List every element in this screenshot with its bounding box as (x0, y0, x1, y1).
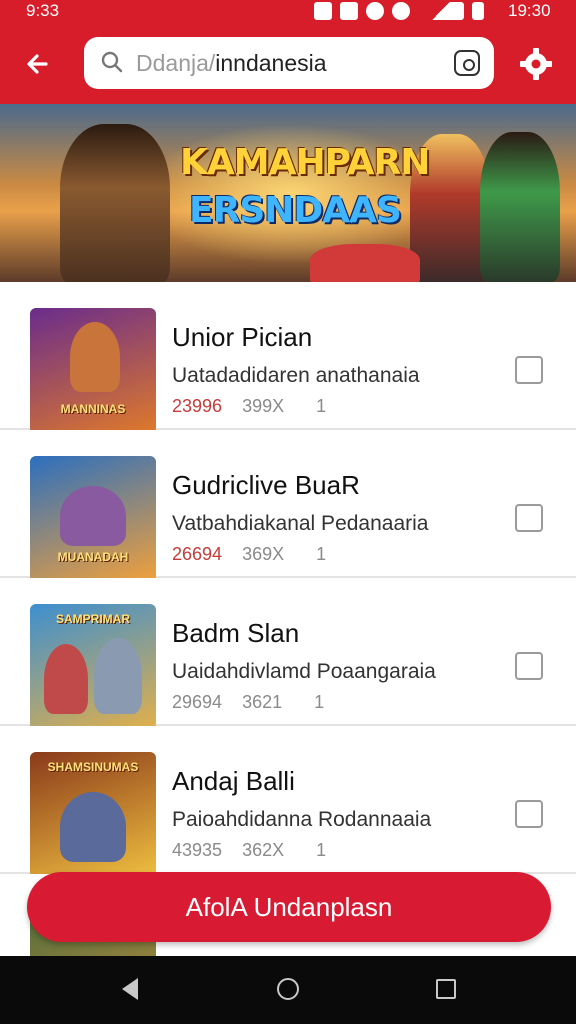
banner-subtitle: ERSNDAAS (189, 190, 402, 231)
game-description: Paioahdidanna Rodannaaia (172, 808, 432, 831)
list-item[interactable]: SAMPRIMAR Badm Slan Uaidahdivlamd Poaang… (0, 578, 576, 730)
system-nav-bar (0, 956, 576, 1024)
game-meta: 43935 362X 1 (172, 840, 326, 861)
thumb-figure (60, 792, 126, 862)
thumb-figure (44, 644, 88, 714)
game-stat-3: 1 (314, 692, 325, 712)
game-description: Uaidahdivlamd Poaangaraia (172, 660, 436, 683)
search-input[interactable]: Ddanja/inndanesia (84, 37, 494, 89)
battery-icon (472, 2, 484, 20)
game-stat-1: 26694 (172, 544, 223, 564)
arrow-left-icon (27, 54, 48, 74)
thumb-figure (70, 322, 120, 392)
search-query: inndanesia (215, 50, 327, 76)
status-icons (314, 2, 484, 20)
nav-home-icon[interactable] (277, 978, 299, 1000)
search-text: Ddanja/inndanesia (136, 50, 327, 77)
primary-action-button[interactable]: AfolA Undanplasn (27, 872, 551, 942)
game-thumbnail: SHAMSINUMAS (30, 752, 156, 878)
hero-figure-left (60, 124, 170, 282)
game-thumbnail: SAMPRIMAR (30, 604, 156, 730)
game-stat-2: 3621 (242, 692, 283, 712)
game-stat-2: 369X (242, 544, 285, 564)
car-shape (310, 244, 420, 282)
game-description: Vatbahdiakanal Pedanaaria (172, 512, 429, 535)
thumb-label: SAMPRIMAR (56, 612, 130, 626)
search-icon (101, 51, 123, 73)
game-description: Uatadadidaren anathanaia (172, 364, 420, 387)
game-meta: 26694 369X 1 (172, 544, 326, 565)
game-thumbnail: MANNINAS (30, 308, 156, 434)
select-checkbox[interactable] (515, 800, 543, 828)
list-item[interactable]: MANNINAS Unior Pician Uatadadidaren anat… (0, 282, 576, 434)
scan-icon[interactable] (454, 50, 480, 76)
notification-icon (314, 2, 332, 20)
thumb-label: SHAMSINUMAS (47, 760, 139, 774)
list-item[interactable]: MUANADAH Gudriclive BuaR Vatbahdiakanal … (0, 430, 576, 582)
select-checkbox[interactable] (515, 652, 543, 680)
status-bar: 9:33 19:30 (0, 0, 576, 24)
game-stat-2: 362X (242, 840, 285, 860)
status-time-right: 19:30 (508, 1, 551, 20)
game-stat-1: 29694 (172, 692, 223, 712)
game-meta: 23996 399X 1 (172, 396, 326, 417)
nav-recents-icon[interactable] (436, 979, 456, 999)
game-thumbnail: MUANADAH (30, 456, 156, 582)
alarm-icon (392, 2, 410, 20)
search-placeholder: Ddanja/ (136, 50, 216, 76)
game-name: Gudriclive BuaR (172, 470, 360, 500)
app-bar: Ddanja/inndanesia (0, 24, 576, 104)
game-stat-3: 1 (316, 840, 327, 860)
game-stat-3: 1 (316, 544, 327, 564)
thumb-label: MUANADAH (57, 550, 129, 564)
game-name: Andaj Balli (172, 766, 295, 796)
game-name: Badm Slan (172, 618, 300, 648)
hero-figure-right2 (480, 132, 560, 282)
game-stat-1: 23996 (172, 396, 223, 416)
sync-icon (366, 2, 384, 20)
thumb-figure (94, 638, 142, 714)
game-stat-3: 1 (316, 396, 327, 416)
promo-banner[interactable]: KAMAHPARN ERSNDAAS (0, 104, 576, 282)
nav-back-icon[interactable] (122, 978, 138, 1000)
signal-icon (418, 2, 464, 20)
status-time-left: 9:33 (26, 1, 60, 20)
game-list: MANNINAS Unior Pician Uatadadidaren anat… (0, 282, 576, 956)
game-meta: 29694 3621 1 (172, 692, 324, 713)
banner-title: KAMAHPARN (180, 142, 430, 183)
thumb-label: MANNINAS (60, 402, 126, 416)
game-stat-2: 399X (242, 396, 285, 416)
game-stat-1: 43935 (172, 840, 223, 860)
game-name: Unior Pician (172, 322, 313, 352)
select-checkbox[interactable] (515, 356, 543, 384)
app-notification-icon (340, 2, 358, 20)
select-checkbox[interactable] (515, 504, 543, 532)
list-item[interactable]: SHAMSINUMAS Andaj Balli Paioahdidanna Ro… (0, 726, 576, 878)
thumb-figure (60, 486, 126, 546)
back-button[interactable] (20, 46, 56, 82)
gear-icon[interactable] (519, 47, 553, 81)
